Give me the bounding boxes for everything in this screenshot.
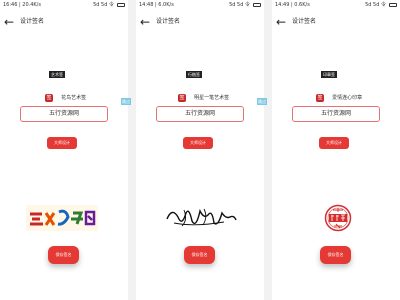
design-button[interactable]: 大师设计 bbox=[183, 137, 213, 149]
style-name: 花鸟艺术签 bbox=[61, 95, 87, 101]
phone-screen-3: 14:49 | 0.6K/s 5d 5d 令 ← 设计签名 印章签 签 爱情连心… bbox=[272, 0, 400, 300]
signal-indicator: 5d 5d 令 bbox=[365, 2, 386, 8]
app-bar: ← 设计签名 bbox=[272, 13, 400, 31]
style-tag: 艺术签 bbox=[49, 71, 65, 78]
save-signature-button[interactable]: 保存签名 bbox=[48, 246, 79, 264]
status-time: 14:49 | 0.6K/s bbox=[275, 2, 310, 8]
battery-icon bbox=[117, 3, 125, 7]
signature-preview-image bbox=[164, 205, 238, 231]
style-tag: 印章签 bbox=[321, 71, 337, 78]
style-tag: 行楷签 bbox=[186, 71, 202, 78]
status-bar: 14:49 | 0.6K/s 5d 5d 令 bbox=[272, 0, 400, 11]
battery-icon bbox=[389, 3, 397, 7]
name-input[interactable]: 五行资源网 bbox=[156, 106, 244, 122]
style-option[interactable]: 签 爱情连心印章 bbox=[316, 87, 363, 102]
skip-tag: 跳过 bbox=[257, 98, 267, 105]
back-arrow-icon[interactable]: ← bbox=[276, 14, 286, 30]
name-input[interactable]: 五行资源网 bbox=[292, 106, 380, 122]
skip-tag: 跳过 bbox=[121, 98, 131, 105]
seal-icon: 签 bbox=[178, 93, 186, 102]
name-input[interactable]: 五行资源网 bbox=[20, 106, 108, 122]
status-time: 16:46 | 20.4K/s bbox=[3, 2, 41, 8]
signal-indicator: 5d 5d 令 bbox=[93, 2, 114, 8]
style-name: 爱情连心印章 bbox=[332, 95, 363, 101]
app-bar: ← 设计签名 bbox=[0, 13, 128, 31]
design-button[interactable]: 大师设计 bbox=[319, 137, 349, 149]
phone-screen-1: 16:46 | 20.4K/s 5d 5d 令 ← 设计签名 艺术签 签 花鸟艺… bbox=[0, 0, 128, 300]
app-bar: ← 设计签名 bbox=[136, 13, 264, 31]
back-arrow-icon[interactable]: ← bbox=[4, 14, 14, 30]
save-signature-button[interactable]: 保存签名 bbox=[320, 246, 351, 264]
save-signature-button[interactable]: 保存签名 bbox=[184, 246, 215, 264]
status-bar: 14:48 | 6.0K/s 5d 5d 令 bbox=[136, 0, 264, 11]
battery-icon bbox=[253, 3, 261, 7]
status-time: 14:48 | 6.0K/s bbox=[139, 2, 174, 8]
page-title: 设计签名 bbox=[156, 18, 181, 25]
seal-icon: 签 bbox=[316, 93, 324, 102]
back-arrow-icon[interactable]: ← bbox=[140, 14, 150, 30]
signature-preview-image bbox=[26, 205, 98, 231]
signal-indicator: 5d 5d 令 bbox=[229, 2, 250, 8]
seal-icon: 签 bbox=[45, 93, 53, 102]
design-button[interactable]: 大师设计 bbox=[47, 137, 77, 149]
page-title: 设计签名 bbox=[20, 18, 45, 25]
style-name: 明星一笔艺术签 bbox=[194, 95, 230, 101]
page-title: 设计签名 bbox=[292, 18, 317, 25]
status-bar: 16:46 | 20.4K/s 5d 5d 令 bbox=[0, 0, 128, 11]
phone-screen-2: 14:48 | 6.0K/s 5d 5d 令 ← 设计签名 行楷签 签 明星一笔… bbox=[136, 0, 264, 300]
stamp-seal-image bbox=[324, 204, 352, 232]
style-option[interactable]: 签 花鸟艺术签 bbox=[45, 87, 87, 102]
style-option[interactable]: 签 明星一笔艺术签 bbox=[178, 87, 230, 102]
